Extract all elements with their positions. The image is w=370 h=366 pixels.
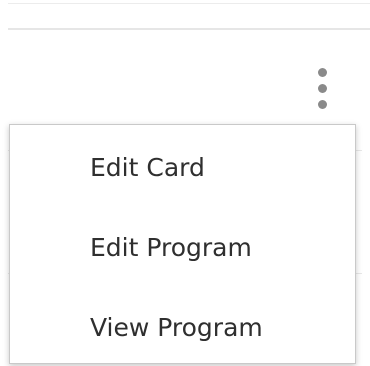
card-panel: Edit Card Edit Program View Program — [0, 0, 370, 366]
menu-item-view-program[interactable]: View Program — [10, 299, 355, 355]
vertical-ellipsis-icon — [318, 100, 327, 109]
menu-item-edit-card[interactable]: Edit Card — [10, 139, 355, 195]
menu-item-edit-program[interactable]: Edit Program — [10, 219, 355, 275]
divider-header — [8, 28, 370, 30]
more-options-button[interactable] — [309, 64, 337, 118]
card-options-menu: Edit Card Edit Program View Program — [9, 124, 356, 364]
vertical-ellipsis-icon — [318, 84, 327, 93]
divider-top — [8, 3, 370, 4]
vertical-ellipsis-icon — [318, 68, 327, 77]
